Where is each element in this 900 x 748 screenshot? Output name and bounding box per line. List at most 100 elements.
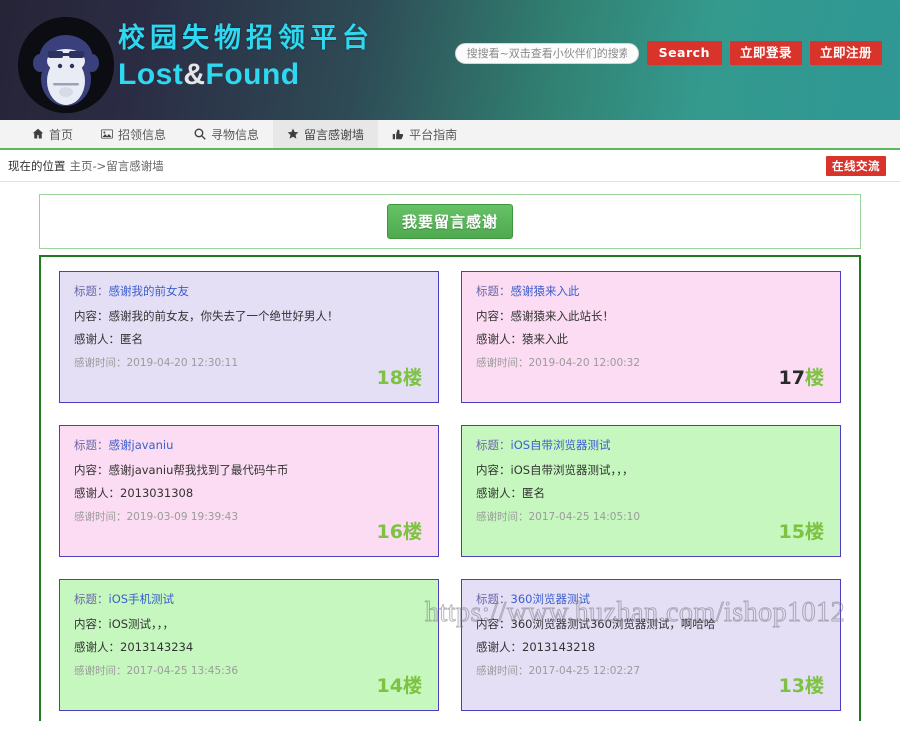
monkey-logo-icon	[18, 17, 114, 113]
login-button[interactable]: 立即登录	[730, 41, 802, 65]
thanks-card[interactable]: 标题：感谢我的前女友 内容：感谢我的前女友，你失去了一个绝世好男人！ 感谢人：匿…	[59, 271, 439, 403]
card-content-row: 内容：iOS自带浏览器测试，，，	[476, 463, 826, 477]
card-author-label: 感谢人：	[476, 486, 522, 500]
card-time-label: 感谢时间：	[74, 511, 127, 523]
header-search-area: Search 立即登录 立即注册	[455, 41, 882, 65]
card-title-label: 标题：	[74, 438, 109, 452]
nav-label-thanks-wall: 留言感谢墙	[304, 126, 364, 143]
card-author-label: 感谢人：	[74, 486, 120, 500]
card-author-text: 2013143234	[120, 640, 193, 654]
card-author-text: 2013031308	[120, 486, 193, 500]
card-title-text[interactable]: 感谢猿来入此	[511, 284, 580, 298]
post-thanks-button[interactable]: 我要留言感谢	[387, 204, 513, 239]
card-time-row: 感谢时间：2019-04-20 12:00:32	[476, 355, 826, 370]
thanks-card[interactable]: 标题：iOS自带浏览器测试 内容：iOS自带浏览器测试，，， 感谢人：匿名 感谢…	[461, 425, 841, 557]
card-time-row: 感谢时间：2019-03-09 19:39:43	[74, 509, 424, 524]
thanks-card[interactable]: 标题：感谢javaniu 内容：感谢javaniu帮我找到了最代码牛币 感谢人：…	[59, 425, 439, 557]
search-icon	[194, 128, 206, 140]
card-author-row: 感谢人：2013031308	[74, 486, 424, 500]
card-floor-suffix: 楼	[805, 675, 824, 697]
site-logo[interactable]	[18, 17, 114, 113]
register-button[interactable]: 立即注册	[810, 41, 882, 65]
card-floor-badge: 17楼	[779, 368, 824, 388]
card-title-text[interactable]: 感谢我的前女友	[109, 284, 190, 298]
brand-found: Found	[206, 58, 300, 91]
card-title-text[interactable]: 感谢javaniu	[109, 438, 174, 452]
card-author-row: 感谢人：匿名	[74, 332, 424, 346]
nav-item-home[interactable]: 首页	[18, 120, 87, 148]
nav-label-guide: 平台指南	[409, 126, 457, 143]
card-floor-badge: 14楼	[377, 676, 422, 696]
card-time-text: 2019-04-20 12:30:11	[127, 357, 239, 369]
card-title-row: 标题：感谢我的前女友	[74, 284, 424, 298]
card-floor-number: 18	[377, 367, 403, 389]
card-floor-badge: 16楼	[377, 522, 422, 542]
card-title-label: 标题：	[476, 284, 511, 298]
nav-item-thanks-wall[interactable]: 留言感谢墙	[273, 120, 378, 148]
card-title-row: 标题：感谢javaniu	[74, 438, 424, 452]
card-author-label: 感谢人：	[74, 640, 120, 654]
image-icon	[101, 128, 113, 140]
star-icon	[287, 128, 299, 140]
post-action-panel: 我要留言感谢	[39, 194, 861, 249]
card-content-text: 360浏览器测试360浏览器测试，啊哈哈	[511, 617, 716, 631]
card-content-text: iOS测试，，，	[109, 617, 175, 631]
nav-item-guide[interactable]: 平台指南	[378, 120, 471, 148]
card-floor-suffix: 楼	[805, 521, 824, 543]
card-author-row: 感谢人：猿来入此	[476, 332, 826, 346]
card-floor-badge: 13楼	[779, 676, 824, 696]
card-time-row: 感谢时间：2017-04-25 14:05:10	[476, 509, 826, 524]
card-floor-number: 16	[377, 521, 403, 543]
home-icon	[32, 128, 44, 140]
card-title-label: 标题：	[476, 438, 511, 452]
card-content-row: 内容：360浏览器测试360浏览器测试，啊哈哈	[476, 617, 826, 631]
card-content-text: iOS自带浏览器测试，，，	[511, 463, 634, 477]
search-input[interactable]	[455, 43, 639, 64]
card-content-row: 内容：iOS测试，，，	[74, 617, 424, 631]
brand-title-en: Lost&Found	[118, 56, 374, 94]
card-content-label: 内容：	[476, 617, 511, 631]
card-floor-suffix: 楼	[403, 521, 422, 543]
card-title-label: 标题：	[74, 284, 109, 298]
card-title-text[interactable]: iOS自带浏览器测试	[511, 438, 611, 452]
card-time-text: 2017-04-25 14:05:10	[529, 511, 641, 523]
card-content-row: 内容：感谢我的前女友，你失去了一个绝世好男人！	[74, 309, 424, 323]
nav-label-found-info: 招领信息	[118, 126, 166, 143]
card-title-text[interactable]: 360浏览器测试	[511, 592, 590, 606]
thanks-card[interactable]: 标题：iOS手机测试 内容：iOS测试，，， 感谢人：2013143234 感谢…	[59, 579, 439, 711]
online-chat-badge[interactable]: 在线交流	[826, 156, 886, 176]
card-time-label: 感谢时间：	[74, 665, 127, 677]
card-time-text: 2017-04-25 13:45:36	[127, 665, 239, 677]
breadcrumb-label: 现在的位置	[8, 158, 66, 174]
card-author-text: 猿来入此	[522, 332, 568, 346]
card-content-label: 内容：	[74, 463, 109, 477]
card-time-row: 感谢时间：2019-04-20 12:30:11	[74, 355, 424, 370]
monkey-logo-svg	[18, 17, 114, 113]
main-navigation: 首页 招领信息 寻物信息 留言感谢墙 平台指南	[0, 120, 900, 150]
card-author-row: 感谢人：2013143234	[74, 640, 424, 654]
card-author-text: 匿名	[522, 486, 545, 500]
card-floor-number: 14	[377, 675, 403, 697]
page-root: 校园失物招领平台 Lost&Found Search 立即登录 立即注册 首页 …	[0, 0, 900, 748]
thanks-card[interactable]: 标题：感谢猿来入此 内容：感谢猿来入此站长！ 感谢人：猿来入此 感谢时间：201…	[461, 271, 841, 403]
card-time-row: 感谢时间：2017-04-25 13:45:36	[74, 663, 424, 678]
nav-item-found-info[interactable]: 招领信息	[87, 120, 180, 148]
card-floor-number: 17	[779, 367, 805, 389]
breadcrumb: 现在的位置 主页->留言感谢墙 在线交流	[0, 150, 900, 182]
card-content-row: 内容：感谢javaniu帮我找到了最代码牛币	[74, 463, 424, 477]
thanks-card-grid: 标题：感谢我的前女友 内容：感谢我的前女友，你失去了一个绝世好男人！ 感谢人：匿…	[59, 271, 841, 711]
main-content: 我要留言感谢 标题：感谢我的前女友 内容：感谢我的前女友，你失去了一个绝世好男人…	[0, 182, 900, 721]
card-content-label: 内容：	[476, 309, 511, 323]
card-time-label: 感谢时间：	[74, 357, 127, 369]
card-floor-number: 15	[779, 521, 805, 543]
nav-item-lost-info[interactable]: 寻物信息	[180, 120, 273, 148]
site-header: 校园失物招领平台 Lost&Found Search 立即登录 立即注册	[0, 0, 900, 120]
brand-lost: Lost	[118, 58, 183, 91]
nav-label-lost-info: 寻物信息	[211, 126, 259, 143]
card-author-row: 感谢人：匿名	[476, 486, 826, 500]
search-button[interactable]: Search	[647, 41, 722, 65]
thanks-card[interactable]: 标题：360浏览器测试 内容：360浏览器测试360浏览器测试，啊哈哈 感谢人：…	[461, 579, 841, 711]
card-time-text: 2017-04-25 12:02:27	[529, 665, 641, 677]
card-author-text: 2013143218	[522, 640, 595, 654]
card-title-text[interactable]: iOS手机测试	[109, 592, 175, 606]
